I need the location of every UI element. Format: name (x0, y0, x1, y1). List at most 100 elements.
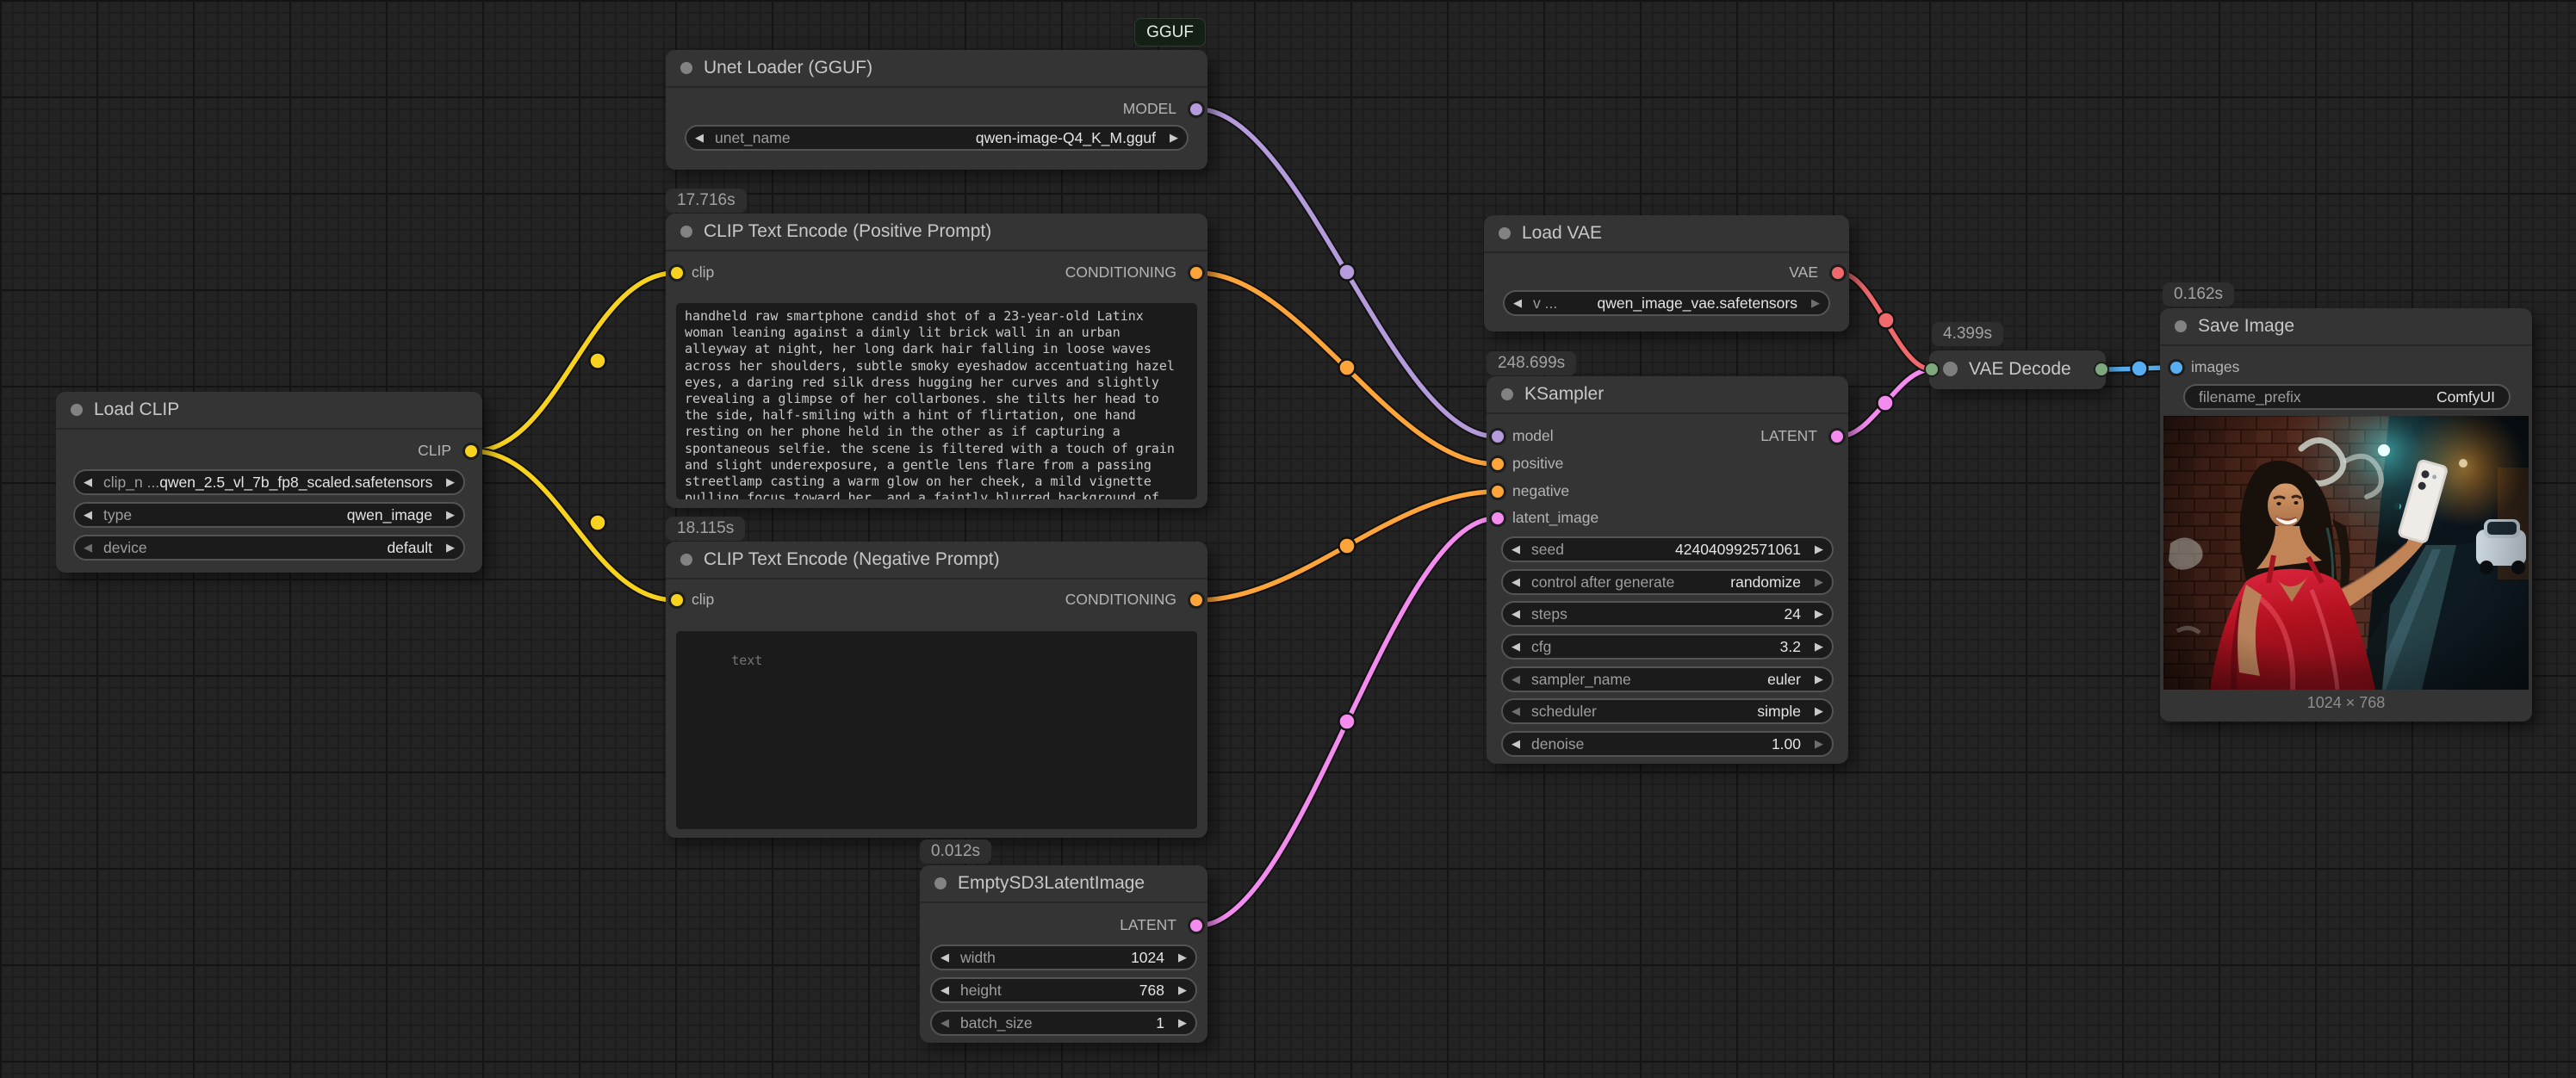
node-ksampler[interactable]: 248.699s KSampler model positive negativ… (1487, 376, 1848, 764)
widget-value: qwen_image_vae.safetensors (1557, 294, 1797, 313)
increment-arrow-icon[interactable]: ▶ (438, 502, 455, 528)
collapsed-input-port[interactable] (1924, 362, 1940, 377)
output-port-model[interactable] (1188, 101, 1205, 118)
increment-arrow-icon[interactable]: ▶ (438, 469, 455, 495)
input-port-positive[interactable] (1489, 455, 1506, 473)
node-load-clip[interactable]: Load CLIP CLIP ◀ clip_n ... qwen_2.5_vl_… (56, 392, 482, 573)
node-clip-text-encode-negative[interactable]: 18.115s CLIP Text Encode (Negative Promp… (666, 542, 1207, 838)
output-port-latent[interactable] (1188, 917, 1205, 934)
widget-sampler-name[interactable]: ◀ sampler_name euler ▶ (1501, 666, 1834, 692)
increment-arrow-icon[interactable]: ▶ (1806, 601, 1823, 627)
increment-arrow-icon[interactable]: ▶ (1806, 569, 1823, 595)
generated-image-preview[interactable] (2163, 416, 2529, 690)
decrement-arrow-icon[interactable]: ◀ (84, 502, 101, 528)
decrement-arrow-icon[interactable]: ◀ (940, 945, 958, 970)
node-header[interactable]: Save Image (2160, 308, 2532, 346)
decrement-arrow-icon[interactable]: ◀ (1511, 666, 1529, 692)
node-clip-text-encode-positive[interactable]: 17.716s CLIP Text Encode (Positive Promp… (666, 214, 1207, 508)
decrement-arrow-icon[interactable]: ◀ (940, 977, 958, 1003)
increment-arrow-icon[interactable]: ▶ (1170, 1010, 1187, 1036)
node-load-vae[interactable]: Load VAE VAE ◀ v ... qwen_image_vae.safe… (1484, 215, 1849, 331)
decrement-arrow-icon[interactable]: ◀ (84, 535, 101, 561)
decrement-arrow-icon[interactable]: ◀ (1511, 731, 1529, 757)
node-status-dot (934, 877, 947, 889)
decrement-arrow-icon[interactable]: ◀ (695, 125, 712, 151)
increment-arrow-icon[interactable]: ▶ (1806, 634, 1823, 660)
output-port-latent[interactable] (1828, 428, 1846, 445)
node-save-image[interactable]: 0.162s Save Image images filename_prefix… (2160, 308, 2532, 722)
input-port-latent-image[interactable] (1489, 510, 1506, 527)
input-label-clip: clip (692, 591, 714, 609)
decrement-arrow-icon[interactable]: ◀ (940, 1010, 958, 1036)
increment-arrow-icon[interactable]: ▶ (1806, 731, 1823, 757)
output-port-conditioning[interactable] (1188, 264, 1205, 282)
decrement-arrow-icon[interactable]: ◀ (1511, 634, 1529, 660)
widget-value: simple (1597, 703, 1801, 721)
widget-label: v ... (1533, 294, 1557, 313)
widget-vae-name[interactable]: ◀ v ... qwen_image_vae.safetensors ▶ (1503, 290, 1830, 316)
widget-clip-name[interactable]: ◀ clip_n ... qwen_2.5_vl_7b_fp8_scaled.s… (73, 469, 465, 495)
node-status-dot (1499, 227, 1511, 239)
decrement-arrow-icon[interactable]: ◀ (84, 469, 101, 495)
output-label-conditioning: CONDITIONING (1065, 591, 1176, 609)
output-port-vae[interactable] (1829, 264, 1847, 282)
node-title: CLIP Text Encode (Positive Prompt) (704, 221, 991, 242)
node-vae-decode-collapsed[interactable]: 4.399s VAE Decode (1929, 350, 2106, 389)
collapse-toggle-circle[interactable] (1943, 362, 1958, 376)
widget-denoise[interactable]: ◀ denoise 1.00 ▶ (1501, 731, 1834, 757)
collapsed-output-port[interactable] (2094, 362, 2109, 377)
widget-unet-name[interactable]: ◀ unet_name qwen-image-Q4_K_M.gguf ▶ (685, 125, 1189, 151)
output-label-clip: CLIP (418, 442, 451, 460)
node-status-dot (680, 226, 692, 238)
widget-cfg[interactable]: ◀ cfg 3.2 ▶ (1501, 634, 1834, 660)
widget-height[interactable]: ◀ height 768 ▶ (930, 977, 1197, 1003)
node-unet-loader[interactable]: GGUF Unet Loader (GGUF) MODEL ◀ unet_nam… (666, 50, 1207, 170)
node-header[interactable]: Load VAE (1484, 215, 1849, 253)
node-status-dot (71, 404, 83, 416)
decrement-arrow-icon[interactable]: ◀ (1511, 698, 1529, 724)
widget-label: control after generate (1531, 573, 1674, 592)
input-port-model[interactable] (1489, 428, 1506, 445)
increment-arrow-icon[interactable]: ▶ (1170, 977, 1187, 1003)
widget-scheduler[interactable]: ◀ scheduler simple ▶ (1501, 698, 1834, 724)
widget-device[interactable]: ◀ device default ▶ (73, 535, 465, 561)
widget-type[interactable]: ◀ type qwen_image ▶ (73, 502, 465, 528)
output-port-conditioning[interactable] (1188, 592, 1205, 609)
input-port-images[interactable] (2168, 359, 2185, 376)
prompt-textarea-empty[interactable]: text (676, 631, 1197, 829)
node-header[interactable]: CLIP Text Encode (Positive Prompt) (666, 214, 1207, 251)
widget-width[interactable]: ◀ width 1024 ▶ (930, 945, 1197, 970)
input-port-clip[interactable] (668, 592, 686, 609)
widget-seed[interactable]: ◀ seed 424040992571061 ▶ (1501, 536, 1834, 562)
prompt-textarea[interactable]: handheld raw smartphone candid shot of a… (676, 303, 1197, 499)
link-latent-to-decode (1839, 369, 1932, 437)
input-port-negative[interactable] (1489, 483, 1506, 500)
widget-filename-prefix[interactable]: filename_prefix ComfyUI (2183, 384, 2511, 410)
input-port-clip[interactable] (668, 264, 686, 282)
node-graph-canvas[interactable]: GGUF Unet Loader (GGUF) MODEL ◀ unet_nam… (0, 0, 2576, 1078)
widget-control-after-generate[interactable]: ◀ control after generate randomize ▶ (1501, 569, 1834, 595)
input-label-clip: clip (692, 263, 714, 282)
increment-arrow-icon[interactable]: ▶ (1161, 125, 1178, 151)
increment-arrow-icon[interactable]: ▶ (1170, 945, 1187, 970)
node-header[interactable]: CLIP Text Encode (Negative Prompt) (666, 542, 1207, 579)
decrement-arrow-icon[interactable]: ◀ (1513, 290, 1530, 316)
increment-arrow-icon[interactable]: ▶ (1803, 290, 1820, 316)
increment-arrow-icon[interactable]: ▶ (438, 535, 455, 561)
decrement-arrow-icon[interactable]: ◀ (1511, 569, 1529, 595)
node-header[interactable]: Load CLIP (56, 392, 482, 430)
node-title: VAE Decode (1969, 359, 2071, 380)
node-header[interactable]: Unet Loader (GGUF) (666, 50, 1207, 88)
output-port-clip[interactable] (462, 443, 480, 460)
increment-arrow-icon[interactable]: ▶ (1806, 536, 1823, 562)
decrement-arrow-icon[interactable]: ◀ (1511, 601, 1529, 627)
increment-arrow-icon[interactable]: ▶ (1806, 698, 1823, 724)
input-label-images: images (2191, 358, 2239, 376)
increment-arrow-icon[interactable]: ▶ (1806, 666, 1823, 692)
widget-steps[interactable]: ◀ steps 24 ▶ (1501, 601, 1834, 627)
decrement-arrow-icon[interactable]: ◀ (1511, 536, 1529, 562)
widget-batch-size[interactable]: ◀ batch_size 1 ▶ (930, 1010, 1197, 1036)
node-empty-sd3-latent-image[interactable]: 0.012s EmptySD3LatentImage LATENT ◀ widt… (920, 865, 1207, 1043)
node-header[interactable]: KSampler (1487, 376, 1848, 414)
node-header[interactable]: EmptySD3LatentImage (920, 865, 1207, 903)
